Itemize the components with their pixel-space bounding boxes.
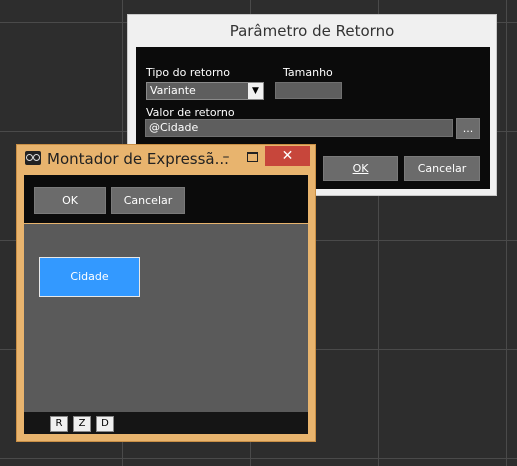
expression-canvas[interactable]: Cidade [24,224,308,412]
ok-button[interactable]: OK [34,187,106,214]
z-button[interactable]: Z [73,416,91,432]
browse-button[interactable]: ... [456,118,480,139]
maximize-icon[interactable] [241,147,263,167]
montador-expressoes-window: Montador de Expressã... – ✕ OK Cancelar … [16,144,316,442]
tamanho-label: Tamanho [283,66,333,79]
tamanho-input[interactable] [275,82,342,99]
dialog-title: Parâmetro de Retorno [229,22,395,40]
r-button[interactable]: R [50,416,68,432]
tipo-retorno-select[interactable]: Variante ▼ [146,82,264,100]
valor-retorno-label: Valor de retorno [146,106,235,119]
footer-bar: R Z D [24,412,308,434]
cancel-button[interactable]: Cancelar [111,187,185,214]
close-icon[interactable]: ✕ [265,146,310,166]
d-button[interactable]: D [96,416,114,432]
toolbar: OK Cancelar [24,175,308,223]
expression-block-cidade[interactable]: Cidade [39,257,140,297]
cancel-button[interactable]: Cancelar [404,156,480,181]
tipo-retorno-label: Tipo do retorno [146,66,230,79]
app-icon [25,151,41,165]
valor-retorno-input[interactable]: @Cidade [145,119,453,137]
ok-button[interactable]: OK [323,156,398,181]
window-title: Montador de Expressã... [47,150,229,168]
chevron-down-icon[interactable]: ▼ [248,83,263,99]
tipo-retorno-value: Variante [150,84,196,97]
minimize-icon[interactable]: – [217,147,235,167]
